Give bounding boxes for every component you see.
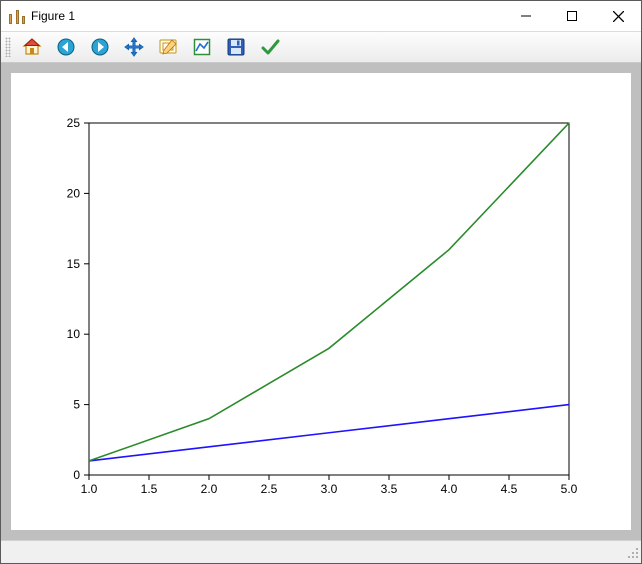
pan-icon <box>124 37 144 57</box>
y-tick-label: 0 <box>73 468 80 482</box>
forward-icon <box>90 37 110 57</box>
x-tick-label: 1.0 <box>81 482 98 496</box>
y-tick-label: 10 <box>67 327 81 341</box>
x-tick-label: 3.0 <box>321 482 338 496</box>
forward-button[interactable] <box>84 33 116 61</box>
home-button[interactable] <box>16 33 48 61</box>
x-tick-label: 4.0 <box>441 482 458 496</box>
close-button[interactable] <box>595 1 641 31</box>
edit-button[interactable] <box>254 33 286 61</box>
x-tick-label: 2.5 <box>261 482 278 496</box>
y-tick-label: 15 <box>67 257 81 271</box>
back-button[interactable] <box>50 33 82 61</box>
plot-area: 1.0 1.5 2.0 2.5 3.0 3.5 4.0 4.5 5.0 0 5 10 15 20 25 <box>11 73 631 530</box>
maximize-button[interactable] <box>549 1 595 31</box>
zoom-icon <box>158 37 178 57</box>
window-title: Figure 1 <box>31 9 75 23</box>
statusbar <box>1 540 641 563</box>
figure-canvas[interactable]: 1.0 1.5 2.0 2.5 3.0 3.5 4.0 4.5 5.0 0 5 10 15 20 25 <box>11 73 631 530</box>
y-tick-label: 25 <box>67 116 81 130</box>
x-tick-label: 5.0 <box>561 482 578 496</box>
figure-canvas-background: 1.0 1.5 2.0 2.5 3.0 3.5 4.0 4.5 5.0 0 5 10 15 20 25 <box>1 63 641 540</box>
minimize-button[interactable] <box>503 1 549 31</box>
y-tick-label: 20 <box>67 186 81 200</box>
close-icon <box>613 11 624 22</box>
size-grip-icon <box>625 545 639 559</box>
toolbar <box>1 32 641 63</box>
axes-spines <box>89 123 569 475</box>
figure-window: Figure 1 <box>0 0 642 564</box>
home-icon <box>22 37 42 57</box>
app-icon <box>9 8 25 24</box>
minimize-icon <box>521 11 531 21</box>
toolbar-grip <box>5 37 11 57</box>
save-button[interactable] <box>220 33 252 61</box>
zoom-button[interactable] <box>152 33 184 61</box>
titlebar: Figure 1 <box>1 1 641 32</box>
subplots-button[interactable] <box>186 33 218 61</box>
pan-button[interactable] <box>118 33 150 61</box>
y-tick-label: 5 <box>73 398 80 412</box>
maximize-icon <box>567 11 577 21</box>
x-tick-label: 4.5 <box>501 482 518 496</box>
x-tick-label: 3.5 <box>381 482 398 496</box>
series-line <box>89 123 569 461</box>
x-tick-label: 2.0 <box>201 482 218 496</box>
series-line <box>89 405 569 461</box>
x-tick-label: 1.5 <box>141 482 158 496</box>
back-icon <box>56 37 76 57</box>
save-icon <box>226 37 246 57</box>
edit-icon <box>260 37 280 57</box>
size-grip[interactable] <box>625 545 639 559</box>
subplots-icon <box>192 37 212 57</box>
